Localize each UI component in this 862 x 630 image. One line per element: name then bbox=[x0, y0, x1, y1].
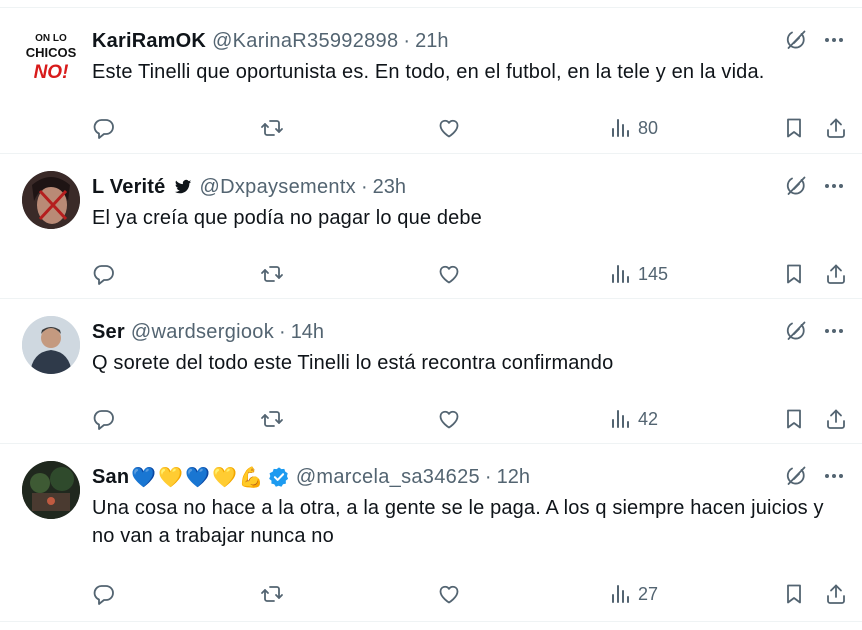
views-icon bbox=[612, 265, 629, 283]
retweet-button[interactable] bbox=[260, 582, 284, 606]
reply-tweet[interactable]: Ser @wardsergiook · 14h Q sorete del tod… bbox=[0, 299, 862, 444]
tweet-text: Q sorete del todo este Tinelli lo está r… bbox=[92, 352, 614, 374]
reply-icon bbox=[93, 265, 114, 285]
like-button[interactable] bbox=[437, 582, 461, 606]
like-icon bbox=[439, 410, 459, 429]
share-button[interactable] bbox=[824, 582, 848, 606]
retweet-icon bbox=[261, 411, 283, 427]
grok-icon[interactable] bbox=[784, 28, 808, 52]
avatar[interactable] bbox=[22, 171, 80, 229]
bookmark-icon bbox=[787, 584, 801, 604]
views-icon bbox=[612, 585, 629, 603]
like-icon bbox=[439, 119, 459, 138]
grok-icon[interactable] bbox=[784, 174, 808, 198]
like-icon bbox=[439, 265, 459, 284]
retweet-button[interactable] bbox=[260, 116, 284, 140]
retweet-button[interactable] bbox=[260, 407, 284, 431]
retweet-icon bbox=[261, 120, 283, 136]
avatar-line: ON LO bbox=[35, 33, 67, 44]
reply-tweet[interactable]: ON LO CHICOS NO! KariRamOK @KarinaR35992… bbox=[0, 8, 862, 154]
user-handle[interactable]: @KarinaR35992898 bbox=[212, 30, 398, 53]
more-icon[interactable] bbox=[822, 319, 846, 343]
tweet-text: Una cosa no hace a la otra, a la gente s… bbox=[92, 497, 824, 547]
reply-icon bbox=[93, 119, 114, 139]
like-button[interactable] bbox=[437, 116, 461, 140]
views-count: 42 bbox=[638, 408, 659, 429]
retweet-icon bbox=[261, 266, 283, 282]
views-button[interactable]: 145 bbox=[608, 262, 668, 286]
user-name[interactable]: Ser bbox=[92, 321, 125, 344]
reply-tweet[interactable]: San 💙 💛 💙 💛 💪 @marcela_sa34625 · 12h Una… bbox=[0, 444, 862, 622]
like-icon bbox=[439, 585, 459, 604]
avatar[interactable] bbox=[22, 316, 80, 374]
bookmark-button[interactable] bbox=[782, 262, 806, 286]
bookmark-button[interactable] bbox=[782, 407, 806, 431]
reply-button[interactable] bbox=[92, 262, 116, 286]
like-button[interactable] bbox=[437, 262, 461, 286]
retweet-button[interactable] bbox=[260, 262, 284, 286]
user-name[interactable]: San bbox=[92, 466, 129, 489]
user-name[interactable]: KariRamOK bbox=[92, 30, 206, 53]
bird-icon bbox=[174, 179, 191, 194]
share-button[interactable] bbox=[824, 116, 848, 140]
share-icon bbox=[827, 264, 845, 284]
reply-icon bbox=[93, 585, 114, 605]
timestamp[interactable]: 21h bbox=[415, 30, 448, 53]
share-icon bbox=[827, 409, 845, 429]
share-button[interactable] bbox=[824, 407, 848, 431]
emoji: 💛 bbox=[212, 466, 237, 489]
share-icon bbox=[827, 118, 845, 138]
timestamp[interactable]: 12h bbox=[497, 466, 530, 489]
reply-button[interactable] bbox=[92, 582, 116, 606]
timestamp[interactable]: 23h bbox=[373, 176, 406, 199]
separator-dot: · bbox=[403, 29, 411, 52]
grok-icon[interactable] bbox=[784, 464, 808, 488]
user-handle[interactable]: @marcela_sa34625 bbox=[296, 466, 480, 489]
tweet-text: Este Tinelli que oportunista es. En todo… bbox=[92, 61, 765, 83]
views-count: 27 bbox=[638, 583, 659, 604]
retweet-icon bbox=[261, 586, 283, 602]
views-button[interactable]: 80 bbox=[608, 116, 658, 140]
grok-icon[interactable] bbox=[784, 319, 808, 343]
views-icon bbox=[612, 119, 629, 137]
emoji: 💙 bbox=[185, 466, 210, 489]
more-icon[interactable] bbox=[822, 174, 846, 198]
bookmark-button[interactable] bbox=[782, 116, 806, 140]
emoji: 💙 bbox=[131, 466, 157, 489]
views-button[interactable]: 42 bbox=[608, 407, 658, 431]
avatar[interactable] bbox=[22, 461, 80, 519]
views-count: 80 bbox=[638, 117, 659, 138]
user-name[interactable]: L Verité bbox=[92, 176, 166, 199]
views-count: 145 bbox=[638, 263, 669, 284]
more-icon[interactable] bbox=[822, 464, 846, 488]
share-icon bbox=[827, 584, 845, 604]
bookmark-icon bbox=[787, 118, 801, 138]
user-handle[interactable]: @wardsergiook bbox=[131, 321, 274, 344]
user-handle[interactable]: @Dxpaysementx bbox=[200, 176, 356, 199]
top-divider bbox=[0, 0, 862, 8]
timestamp[interactable]: 14h bbox=[291, 321, 324, 344]
more-icon[interactable] bbox=[822, 28, 846, 52]
reply-button[interactable] bbox=[92, 407, 116, 431]
tweet-text: El ya creía que podía no pagar lo que de… bbox=[92, 207, 482, 229]
bookmark-icon bbox=[787, 409, 801, 429]
reply-button[interactable] bbox=[92, 116, 116, 140]
bookmark-icon bbox=[787, 264, 801, 284]
verified-badge-icon[interactable] bbox=[268, 466, 290, 488]
separator-dot: · bbox=[484, 465, 492, 488]
reply-icon bbox=[93, 410, 114, 430]
emoji: 💛 bbox=[158, 466, 184, 489]
like-button[interactable] bbox=[437, 407, 461, 431]
emoji: 💪 bbox=[238, 466, 264, 489]
bookmark-button[interactable] bbox=[782, 582, 806, 606]
share-button[interactable] bbox=[824, 262, 848, 286]
avatar-line: CHICOS bbox=[26, 45, 77, 60]
views-button[interactable]: 27 bbox=[608, 582, 658, 606]
separator-dot: · bbox=[360, 175, 368, 198]
reply-tweet[interactable]: L Verité @Dxpaysementx · 23h El ya creía… bbox=[0, 154, 862, 299]
separator-dot: · bbox=[279, 320, 286, 343]
avatar-line: NO! bbox=[34, 62, 69, 83]
views-icon bbox=[612, 410, 629, 428]
avatar[interactable]: ON LO CHICOS NO! bbox=[22, 25, 80, 83]
